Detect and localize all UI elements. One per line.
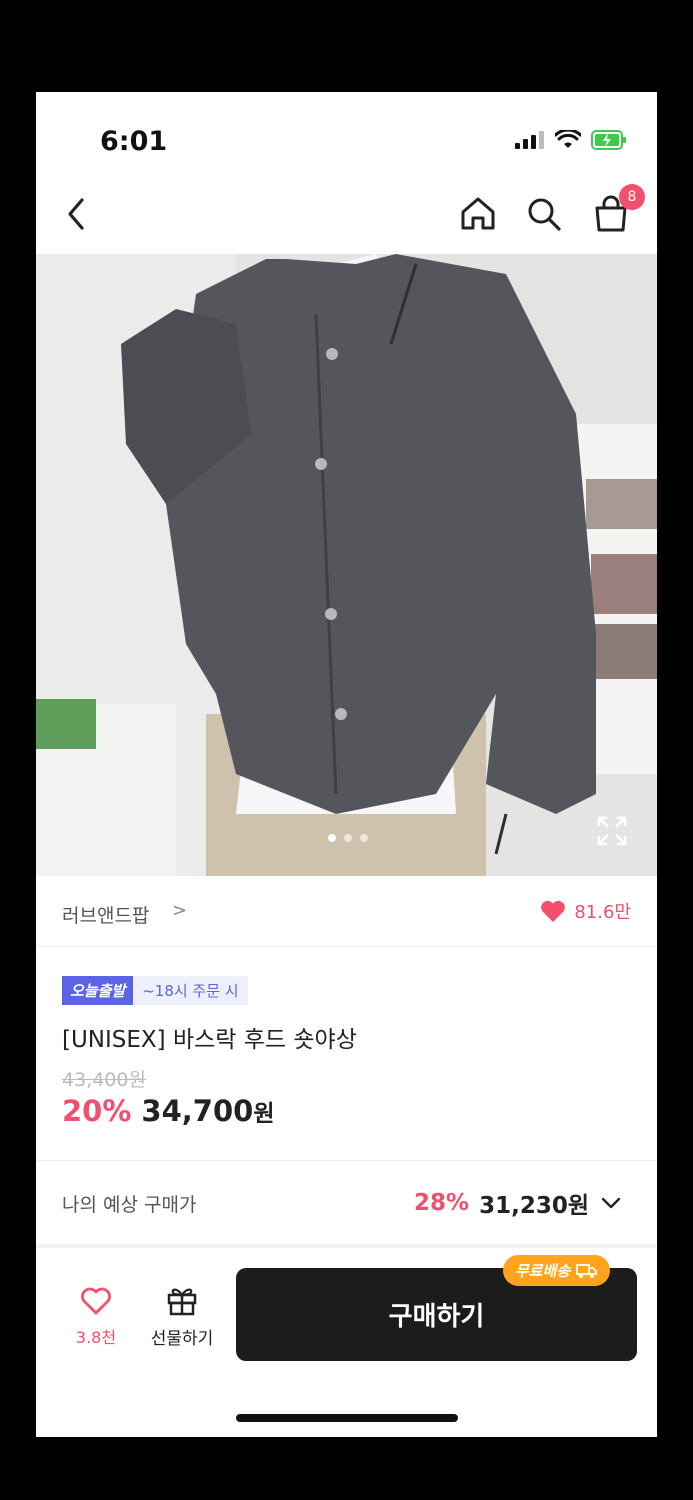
heart-filled-icon [541, 900, 566, 922]
product-photo-jacket [36, 254, 657, 876]
chevron-right-icon: > [172, 900, 188, 921]
delivery-badges: 오늘출발 ~18시 주문 시 [62, 976, 248, 1005]
expected-price-row[interactable]: 나의 예상 구매가 28% 31,230원 [36, 1162, 657, 1242]
free-shipping-label: 무료배송 [515, 1262, 571, 1280]
product-title: [UNISEX] 바스락 후드 숏야상 [62, 1027, 357, 1053]
price-row: 20% 34,700원 [62, 1094, 275, 1128]
gift-button[interactable]: 선물하기 [144, 1284, 220, 1349]
back-arrow-icon[interactable] [62, 194, 92, 234]
divider [36, 1160, 657, 1161]
cart-count-badge: 8 [619, 184, 645, 210]
pagination-dot [344, 834, 352, 842]
image-pagination-dots [328, 834, 368, 842]
phone-screen: 6:01 8 러브앤드팝 > 81.6만 오늘출발 ~18시 주문 시 [UNI… [36, 92, 657, 1437]
product-image[interactable] [36, 254, 657, 876]
truck-icon [576, 1263, 598, 1278]
brand-like-count: 81.6만 [574, 902, 631, 923]
section-divider [36, 1244, 657, 1248]
sale-price: 34,700 [141, 1094, 254, 1128]
home-indicator[interactable] [236, 1414, 458, 1422]
brand-like[interactable]: 81.6만 [540, 898, 631, 924]
order-deadline-badge: ~18시 주문 시 [133, 976, 248, 1005]
expected-price-summary: 28% 31,230원 [414, 1186, 623, 1220]
wifi-icon [555, 130, 581, 148]
status-icons [515, 130, 627, 150]
nav-actions: 8 [459, 184, 645, 234]
top-nav: 8 [36, 184, 657, 254]
battery-icon [591, 130, 626, 150]
today-shipping-badge: 오늘출발 [62, 976, 134, 1005]
pagination-dot [360, 834, 368, 842]
search-icon[interactable] [525, 195, 563, 233]
expected-price: 31,230원 [479, 1193, 589, 1219]
expected-price-label: 나의 예상 구매가 [62, 1194, 197, 1216]
chevron-down-icon[interactable] [599, 1191, 623, 1215]
gift-icon [167, 1288, 197, 1316]
status-time: 6:01 [100, 126, 168, 157]
wishlist-count: 3.8천 [75, 1328, 117, 1347]
gift-label: 선물하기 [150, 1329, 214, 1349]
pagination-dot [328, 834, 336, 842]
heart-outline-icon [81, 1287, 111, 1315]
free-shipping-badge: 무료배송 [503, 1255, 611, 1286]
cart-button[interactable]: 8 [591, 184, 645, 234]
expected-discount: 28% [414, 1190, 470, 1216]
home-icon[interactable] [459, 195, 497, 233]
wishlist-button[interactable]: 3.8천 [74, 1286, 118, 1348]
price-unit: 원 [253, 1101, 275, 1127]
discount-rate: 20% [62, 1094, 132, 1128]
signal-icon [515, 131, 544, 149]
original-price: 43,400원 [62, 1069, 146, 1091]
brand-name[interactable]: 러브앤드팝 [62, 901, 149, 928]
brand-row[interactable]: 러브앤드팝 > 81.6만 [36, 876, 657, 947]
fullscreen-expand-icon[interactable] [597, 816, 627, 846]
